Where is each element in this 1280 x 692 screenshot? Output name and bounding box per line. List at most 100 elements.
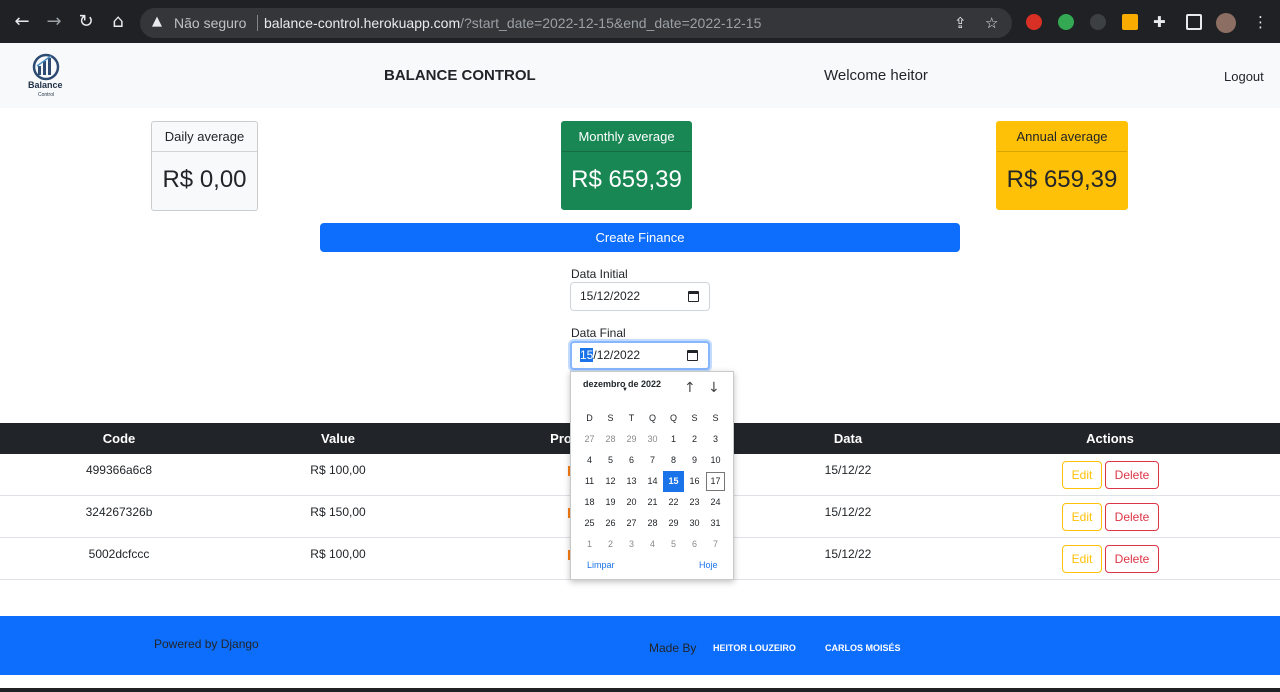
calendar-day[interactable]: 28: [642, 513, 663, 534]
calendar-day[interactable]: 11: [579, 471, 600, 492]
weekday-header: S: [607, 413, 614, 423]
row-date: 15/12/22: [824, 505, 872, 519]
calendar-day[interactable]: 3: [621, 534, 642, 555]
calendar-day[interactable]: 10: [705, 450, 726, 471]
reload-icon[interactable]: ↻: [75, 11, 97, 33]
calendar-day[interactable]: 29: [621, 429, 642, 450]
calendar-day[interactable]: 20: [621, 492, 642, 513]
calendar-day[interactable]: 5: [600, 450, 621, 471]
app-title: BALANCE CONTROL: [384, 67, 536, 84]
calendar-day[interactable]: 23: [684, 492, 705, 513]
calendar-day[interactable]: 4: [642, 534, 663, 555]
annual-average-card: Annual average R$ 659,39: [996, 121, 1128, 210]
home-icon[interactable]: ⌂: [107, 11, 129, 33]
logout-link[interactable]: Logout: [1224, 69, 1264, 84]
delete-button[interactable]: Delete: [1105, 503, 1159, 531]
date-final-day-segment[interactable]: 15: [580, 348, 594, 362]
author-link[interactable]: HEITOR LOUZEIRO: [713, 643, 796, 653]
sidepanel-icon[interactable]: [1186, 14, 1202, 30]
avatar[interactable]: [1216, 13, 1236, 33]
code-extension-icon[interactable]: [1090, 14, 1106, 30]
delete-button[interactable]: Delete: [1105, 545, 1159, 573]
calendar-day[interactable]: 5: [663, 534, 684, 555]
calendar-day[interactable]: 27: [579, 429, 600, 450]
weekday-header: D: [586, 413, 593, 423]
made-by-text: Made By: [649, 641, 697, 655]
share-icon[interactable]: ⇪: [954, 14, 967, 32]
header-date: Data: [833, 431, 863, 446]
calendar-day[interactable]: 2: [600, 534, 621, 555]
calendar-day[interactable]: 13: [621, 471, 642, 492]
monthly-average-value: R$ 659,39: [571, 166, 682, 193]
weekday-header: S: [712, 413, 719, 423]
create-finance-button[interactable]: Create Finance: [320, 223, 960, 252]
calendar-day[interactable]: 17: [705, 471, 726, 492]
calendar-day[interactable]: 2: [684, 429, 705, 450]
calendar-day[interactable]: 24: [705, 492, 726, 513]
welcome-message: Welcome heitor: [824, 67, 928, 84]
adblock-extension-icon[interactable]: [1026, 14, 1042, 30]
url-path: /?start_date=2022-12-15&end_date=2022-12…: [460, 15, 762, 31]
calendar-day[interactable]: 14: [642, 471, 663, 492]
calendar-day[interactable]: 1: [663, 429, 684, 450]
annual-average-label: Annual average: [997, 122, 1127, 152]
edit-button[interactable]: Edit: [1062, 545, 1102, 573]
clear-button[interactable]: Limpar: [587, 560, 615, 570]
edit-button[interactable]: Edit: [1062, 461, 1102, 489]
daily-average-value: R$ 0,00: [162, 166, 247, 193]
calendar-day[interactable]: 26: [600, 513, 621, 534]
calendar-day[interactable]: 7: [642, 450, 663, 471]
extension-icon[interactable]: ✚: [1153, 13, 1166, 31]
row-date: 15/12/22: [824, 547, 872, 561]
plus-extension-icon[interactable]: [1058, 14, 1074, 30]
app-navbar: [0, 43, 1280, 108]
author-link[interactable]: CARLOS MOISÉS: [825, 643, 901, 653]
calendar-day[interactable]: 12: [600, 471, 621, 492]
calendar-day[interactable]: 6: [684, 534, 705, 555]
back-arrow-icon[interactable]: ←: [11, 11, 33, 33]
row-code: 499366a6c8: [85, 463, 153, 477]
caret-down-icon[interactable]: ▼: [622, 387, 628, 393]
calendar-day[interactable]: 29: [663, 513, 684, 534]
forward-arrow-icon[interactable]: →: [43, 11, 65, 33]
calendar-day[interactable]: 30: [642, 429, 663, 450]
calendar-day[interactable]: 7: [705, 534, 726, 555]
calendar-day[interactable]: 1: [579, 534, 600, 555]
weekday-header: T: [628, 413, 635, 423]
calendar-day[interactable]: 31: [705, 513, 726, 534]
date-final-input[interactable]: 15/12/2022: [570, 341, 710, 370]
delete-button[interactable]: Delete: [1105, 461, 1159, 489]
calendar-day[interactable]: 19: [600, 492, 621, 513]
calendar-day[interactable]: 4: [579, 450, 600, 471]
today-button[interactable]: Hoje: [699, 560, 718, 570]
calendar-day[interactable]: 18: [579, 492, 600, 513]
footer: Powered by Django Made By HEITOR LOUZEIR…: [0, 616, 1280, 675]
calendar-day[interactable]: 30: [684, 513, 705, 534]
edit-button[interactable]: Edit: [1062, 503, 1102, 531]
calendar-icon[interactable]: [688, 291, 699, 302]
address-bar[interactable]: ▲ Não seguro balance-control.herokuapp.c…: [140, 8, 1012, 38]
folder-extension-icon[interactable]: [1122, 14, 1138, 30]
star-icon[interactable]: ☆: [985, 14, 998, 32]
calendar-day[interactable]: 3: [705, 429, 726, 450]
calendar-day[interactable]: 8: [663, 450, 684, 471]
calendar-day[interactable]: 22: [663, 492, 684, 513]
date-picker-popup: dezembro de 2022 ▼ ↑ ↓ D S T Q Q S S 27 28 29 30 1 2…: [570, 371, 734, 580]
calendar-day[interactable]: 6: [621, 450, 642, 471]
arrow-down-icon[interactable]: ↓: [708, 380, 720, 396]
row-value: R$ 100,00: [310, 463, 366, 477]
calendar-day[interactable]: 27: [621, 513, 642, 534]
brand-logo[interactable]: Balance Control: [25, 52, 69, 98]
row-value: R$ 150,00: [310, 505, 366, 519]
menu-kebab-icon[interactable]: ⋮: [1253, 13, 1268, 31]
arrow-up-icon[interactable]: ↑: [684, 380, 696, 396]
calendar-day[interactable]: 28: [600, 429, 621, 450]
calendar-icon[interactable]: [687, 350, 698, 361]
calendar-day[interactable]: 15: [663, 471, 684, 492]
row-code: 5002dcfccc: [88, 547, 150, 561]
calendar-day[interactable]: 16: [684, 471, 705, 492]
date-initial-input[interactable]: 15/12/2022: [570, 282, 710, 311]
calendar-day[interactable]: 25: [579, 513, 600, 534]
calendar-day[interactable]: 9: [684, 450, 705, 471]
calendar-day[interactable]: 21: [642, 492, 663, 513]
